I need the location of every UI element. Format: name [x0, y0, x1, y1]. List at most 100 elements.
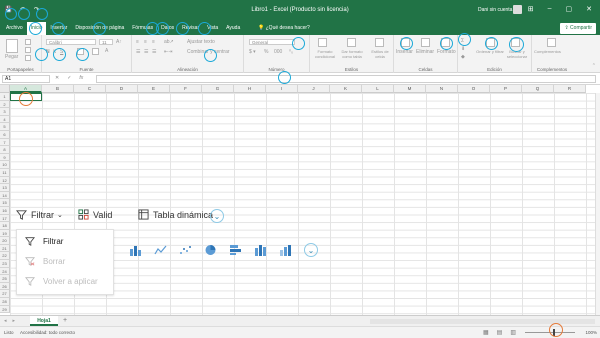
row-header[interactable]: 24 [0, 267, 10, 276]
more-options-button[interactable]: ⌄ [210, 209, 224, 223]
row-header[interactable]: 2 [0, 100, 10, 109]
tab-6[interactable]: Revisar [178, 22, 203, 35]
line-chart-icon[interactable] [154, 244, 167, 256]
copy-icon[interactable] [25, 47, 31, 53]
align-bottom-icon[interactable]: ≡ [152, 39, 155, 45]
row-header[interactable]: 15 [0, 199, 10, 207]
autosum-icon[interactable]: Σ [461, 38, 464, 44]
formula-input[interactable] [96, 75, 596, 83]
indent-icon[interactable]: ⇤⇥ [164, 49, 172, 55]
underline-icon[interactable]: S [60, 49, 63, 55]
borders-icon[interactable] [77, 48, 84, 55]
fill-color-icon[interactable] [92, 48, 99, 55]
add-sheet-button[interactable]: + [63, 317, 67, 324]
column-header[interactable]: R [554, 85, 586, 93]
merge-center-button[interactable]: Combinar y centrar [187, 49, 230, 55]
row-header[interactable]: 8 [0, 146, 10, 154]
font-name-select[interactable]: Calibri [46, 39, 96, 45]
row-header[interactable]: 14 [0, 191, 10, 200]
column-header[interactable]: M [394, 85, 426, 93]
align-left-icon[interactable]: ☰ [136, 49, 140, 55]
vertical-scrollbar[interactable] [595, 93, 600, 315]
column-header[interactable]: G [202, 85, 234, 93]
increase-decimal-icon[interactable]: ⁰₀ [289, 49, 293, 55]
pivot-table-button[interactable]: Tabla dinámica [138, 209, 213, 220]
user-name[interactable]: Dani sin cuenta [478, 7, 512, 13]
column-header[interactable]: H [234, 85, 266, 93]
conditional-format-icon[interactable] [318, 38, 327, 47]
prev-sheet-icon[interactable]: ◂ [4, 318, 7, 324]
column-header[interactable]: K [330, 85, 362, 93]
orientation-icon[interactable]: ab↗ [164, 39, 174, 45]
column-header[interactable]: F [170, 85, 202, 93]
column-header[interactable]: Q [522, 85, 554, 93]
scatter-chart-icon[interactable] [179, 244, 192, 256]
column-header[interactable]: O [458, 85, 490, 93]
tab-1[interactable]: Inicio [26, 22, 47, 35]
column-header[interactable]: C [74, 85, 106, 93]
cancel-icon[interactable]: ✕ [55, 75, 59, 81]
column-header[interactable]: D [106, 85, 138, 93]
pivot-chart-icon[interactable] [279, 244, 292, 256]
column-chart-icon[interactable] [129, 244, 142, 256]
menu-item-reapply[interactable]: Volver a aplicar [25, 276, 98, 286]
menu-item-clear[interactable]: Borrar [25, 256, 65, 266]
row-header[interactable]: 16 [0, 206, 10, 215]
bar-chart-icon[interactable] [229, 244, 242, 256]
zoom-percentage[interactable]: 100% [585, 330, 597, 335]
align-middle-icon[interactable]: ≡ [144, 39, 147, 45]
insert-function-icon[interactable]: fx [79, 75, 83, 81]
close-button[interactable]: ✕ [586, 5, 592, 13]
grow-font-icon[interactable]: A↑ [116, 39, 122, 45]
row-header[interactable]: 1 [0, 93, 10, 101]
tab-3[interactable]: Disposición de página [71, 22, 128, 35]
select-all-corner[interactable] [0, 85, 10, 93]
stacked-column-icon[interactable] [254, 244, 267, 256]
data-validation-button[interactable]: Valid [78, 209, 112, 220]
row-header[interactable]: 12 [0, 176, 10, 185]
tell-me-search[interactable]: 💡 ¿Qué desea hacer? [258, 22, 310, 35]
row-header[interactable]: 3 [0, 108, 10, 116]
cut-icon[interactable] [25, 39, 31, 45]
tab-7[interactable]: Vista [203, 22, 222, 35]
zoom-slider[interactable] [525, 332, 575, 333]
row-header[interactable]: 25 [0, 275, 10, 283]
avatar[interactable] [513, 5, 522, 14]
accessibility-status[interactable]: Accesibilidad: todo correcto [20, 330, 75, 335]
font-color-icon[interactable]: A [105, 48, 108, 54]
row-header[interactable]: 18 [0, 222, 10, 230]
page-layout-icon[interactable]: ▤ [497, 329, 503, 336]
column-header[interactable]: E [138, 85, 170, 93]
menu-item-filter[interactable]: Filtrar [25, 236, 63, 246]
column-header[interactable]: N [426, 85, 458, 93]
row-header[interactable]: 13 [0, 184, 10, 192]
row-header[interactable]: 9 [0, 153, 10, 162]
zoom-thumb[interactable] [553, 329, 555, 336]
row-header[interactable]: 23 [0, 260, 10, 268]
column-header[interactable]: I [266, 85, 298, 93]
comma-icon[interactable]: 000 [274, 49, 282, 55]
row-header[interactable]: 6 [0, 130, 10, 139]
format-table-icon[interactable] [347, 38, 356, 47]
align-top-icon[interactable]: ≡ [136, 39, 139, 45]
number-format-select[interactable]: General [249, 39, 295, 45]
tab-2[interactable]: Insertar [46, 22, 71, 35]
paste-icon[interactable] [6, 39, 18, 53]
row-header[interactable]: 17 [0, 214, 10, 223]
ribbon-options-icon[interactable]: ⊞ [528, 5, 534, 13]
cell-styles-icon[interactable] [375, 38, 384, 47]
bold-icon[interactable]: N [46, 49, 50, 55]
addins-icon[interactable] [547, 38, 556, 47]
row-header[interactable]: 26 [0, 282, 10, 291]
row-header[interactable]: 5 [0, 123, 10, 131]
row-header[interactable]: 19 [0, 229, 10, 238]
align-center-icon[interactable]: ☰ [144, 49, 148, 55]
share-button[interactable]: ⇪ Compartir [560, 23, 596, 34]
column-header[interactable]: P [490, 85, 522, 93]
format-painter-icon[interactable] [25, 55, 31, 61]
clear-icon[interactable]: ◆ [461, 54, 465, 60]
row-header[interactable]: 27 [0, 290, 10, 299]
name-box[interactable]: A1 [2, 75, 50, 83]
tab-0[interactable]: Archivo [2, 22, 27, 35]
tab-5[interactable]: Datos [157, 22, 178, 35]
